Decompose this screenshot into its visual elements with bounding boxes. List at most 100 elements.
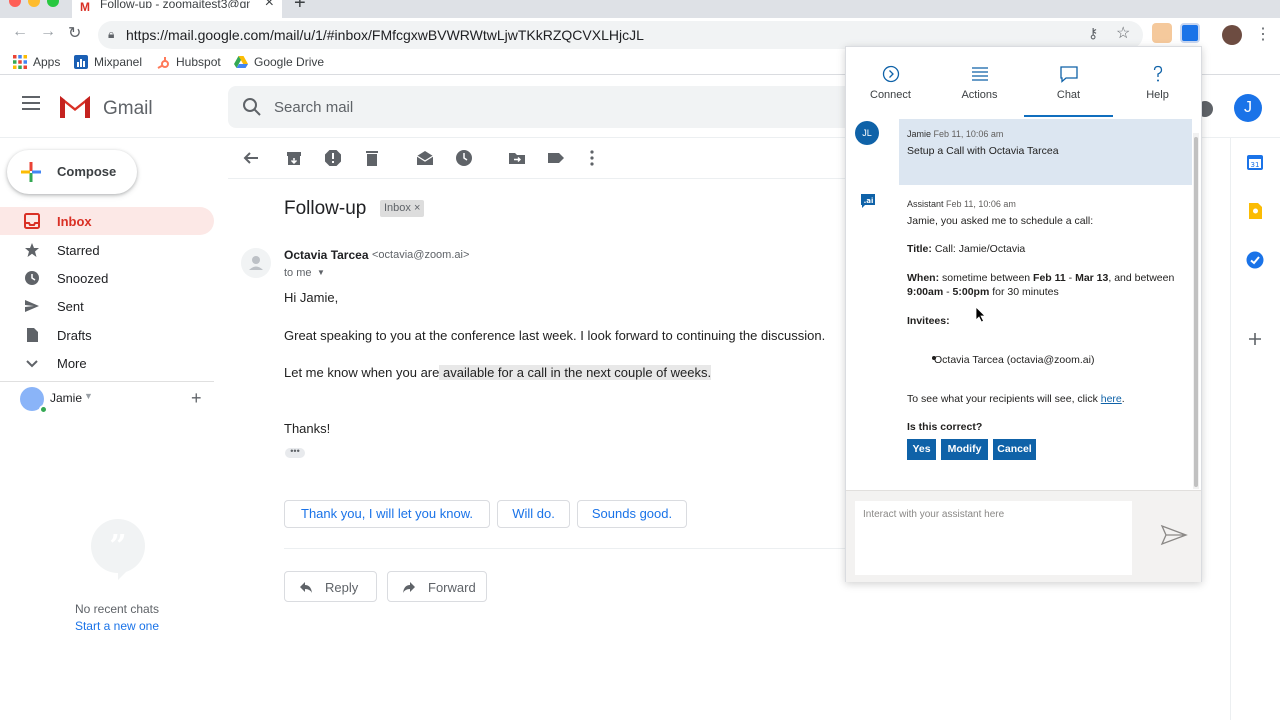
report-spam-icon[interactable] [324,149,342,167]
smart-reply-button[interactable]: Will do. [497,500,570,528]
back-arrow-icon[interactable]: ← [12,23,28,41]
nav-more[interactable]: More [0,349,214,377]
compose-button[interactable]: Compose [7,150,137,194]
assistant-bot-icon: .ai [861,194,875,208]
start-new-chat-link[interactable]: Start a new one [0,619,234,633]
tab-title: Follow-up - zoomaitest3@gma [100,0,250,8]
search-input[interactable] [274,86,834,128]
keep-icon[interactable] [1246,202,1264,220]
recipients-preview-link[interactable]: here [1101,393,1122,405]
yes-button[interactable]: Yes [907,439,936,460]
close-window-button[interactable] [9,0,21,7]
recipients-end: . [1121,393,1125,405]
reply-divider [284,548,848,549]
delete-icon[interactable] [363,149,381,167]
bookmark-star-icon[interactable]: ☆ [1116,23,1130,43]
url-text: https://mail.google.com/mail/u/1/#inbox/… [126,27,644,43]
cancel-button[interactable]: Cancel [993,439,1036,460]
recipient-details-icon[interactable]: ▼ [317,268,325,277]
extension-face-icon[interactable] [1152,23,1172,43]
email-closing: Thanks! [284,421,331,436]
bookmark-label: Mixpanel [94,55,143,69]
bookmark-mixpanel[interactable]: Mixpanel [74,55,142,69]
chevron-down-icon [26,360,38,368]
nav-starred[interactable]: Starred [0,236,214,264]
label-icon[interactable] [547,149,565,167]
meeting-title-line: Title: Call: Jamie/Octavia [907,243,1025,255]
nav-snoozed[interactable]: Snoozed [0,264,214,292]
search-icon[interactable] [242,97,262,117]
email-subject: Follow-up [284,198,367,219]
email-greeting: Hi Jamie, [284,290,339,305]
bookmark-hubspot[interactable]: Hubspot [156,55,221,69]
zoom-window-button[interactable] [47,0,59,7]
chrome-profile-avatar[interactable] [1222,25,1242,45]
smart-reply-button[interactable]: Thank you, I will let you know. [284,500,490,528]
add-contact-icon[interactable]: + [191,388,202,409]
user-avatar[interactable]: J [1234,94,1262,122]
lock-icon: 🔒︎ [108,27,115,41]
mark-unread-icon[interactable] [416,149,434,167]
snooze-icon[interactable] [455,149,473,167]
tab-actions[interactable]: Actions [935,47,1024,117]
assistant-input[interactable] [855,501,1132,575]
more-options-icon[interactable] [583,149,601,167]
add-addon-icon[interactable] [1246,330,1264,348]
invitees-label: Invitees: [907,315,950,327]
reload-icon[interactable]: ↻ [68,23,81,43]
archive-icon[interactable] [285,149,303,167]
address-bar[interactable]: 🔒︎ https://mail.google.com/mail/u/1/#inb… [98,21,1143,49]
chat-scrollbar-thumb[interactable] [1194,137,1198,487]
inbox-icon [24,213,40,229]
reply-button[interactable]: Reply [284,571,377,602]
nav-inbox[interactable]: Inbox [0,207,214,235]
when-text: sometime between [939,272,1034,284]
extension-zoomai-icon[interactable] [1180,23,1200,43]
sender-avatar[interactable] [241,248,271,278]
chat-icon [1060,66,1078,83]
compose-label: Compose [57,164,117,179]
nav-sent[interactable]: Sent [0,292,214,320]
remove-label-icon[interactable]: × [414,202,420,214]
nav-label: Inbox [57,214,92,229]
tab-connect[interactable]: Connect [846,47,935,117]
caret-down-icon[interactable]: ▼ [84,391,93,401]
smart-reply-button[interactable]: Sounds good. [577,500,687,528]
show-trimmed-content-icon[interactable]: ••• [285,447,305,458]
tab-help[interactable]: Help [1113,47,1202,117]
reply-label: Reply [325,580,359,595]
search-bar[interactable] [228,86,848,128]
nav-drafts[interactable]: Drafts [0,321,214,349]
mixpanel-icon [74,55,88,69]
new-tab-icon[interactable]: + [294,0,306,15]
forward-arrow-icon[interactable]: → [40,23,56,41]
modify-button[interactable]: Modify [941,439,988,460]
bookmark-apps[interactable]: Apps [13,55,60,69]
inbox-label-chip[interactable]: Inbox × [380,200,425,217]
move-to-icon[interactable] [508,149,526,167]
minimize-window-button[interactable] [28,0,40,7]
close-tab-icon[interactable]: × [265,0,274,12]
back-icon[interactable] [242,149,260,167]
recipients-preview-line: To see what your recipients will see, cl… [907,393,1125,405]
recipient-text[interactable]: to me [284,267,312,279]
calendar-icon[interactable]: 31 [1246,153,1264,171]
nav-divider [0,381,214,382]
send-message-icon[interactable] [1160,524,1188,546]
nav-label: Drafts [57,328,92,343]
bullet-point [932,356,936,360]
key-icon[interactable]: ⚷ [1088,25,1098,42]
compose-plus-icon [21,162,41,182]
hangouts-user-name[interactable]: Jamie [50,391,82,405]
browser-tab[interactable]: M Follow-up - zoomaitest3@gma × [72,0,282,18]
highlighted-text: available for a call in the next couple … [439,365,712,380]
browser-tabstrip: M Follow-up - zoomaitest3@gma × + [0,0,1280,18]
tab-chat[interactable]: Chat [1024,47,1113,117]
send-icon [25,300,39,312]
chrome-menu-icon[interactable]: ⋮ [1255,24,1271,44]
forward-button[interactable]: Forward [387,571,487,602]
bookmark-google-drive[interactable]: Google Drive [234,55,324,69]
tasks-icon[interactable] [1246,251,1264,269]
main-menu-icon[interactable] [22,96,40,110]
reply-icon [300,582,312,593]
